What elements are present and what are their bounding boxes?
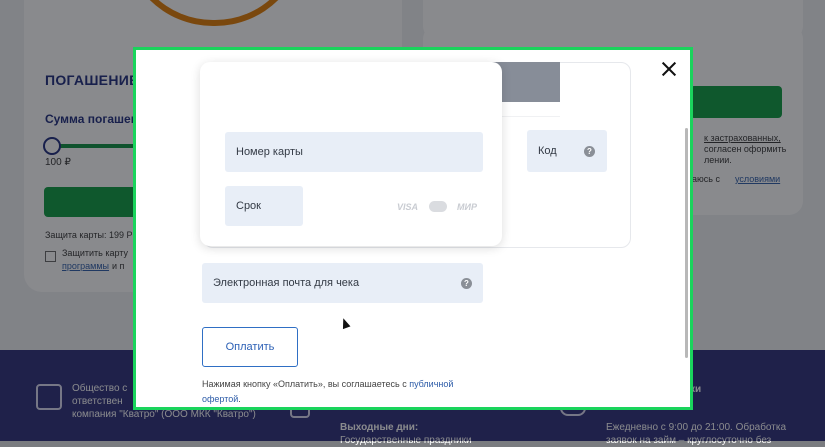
pay-button[interactable]: Оплатить — [202, 327, 298, 367]
expiry-field[interactable]: Срок — [225, 186, 303, 226]
visa-logo: VISA — [397, 202, 419, 212]
cvv-help-icon[interactable]: ? — [584, 146, 595, 157]
cvv-field[interactable]: Код — [527, 130, 607, 172]
legal-text: Нажимая кнопку «Оплатить», вы соглашаете… — [202, 377, 522, 407]
email-help-icon[interactable]: ? — [461, 278, 472, 289]
mastercard-logo — [429, 201, 447, 212]
cvv-placeholder: Код — [538, 145, 557, 157]
mouse-cursor-icon — [339, 316, 351, 330]
mir-logo: МИР — [457, 202, 477, 212]
legal-prefix: Нажимая кнопку «Оплатить», вы соглашаете… — [202, 379, 410, 389]
card-number-field[interactable]: Номер карты — [225, 132, 483, 172]
expiry-placeholder: Срок — [236, 200, 261, 212]
close-icon[interactable] — [660, 60, 678, 78]
email-field[interactable]: Электронная почта для чека — [202, 263, 483, 303]
card-front: Номер карты Срок VISA МИР — [200, 62, 502, 246]
offer-link[interactable]: офертой — [202, 394, 238, 404]
legal-tail: . — [238, 394, 241, 404]
modal-scrollbar[interactable] — [685, 128, 688, 358]
card-number-placeholder: Номер карты — [236, 146, 303, 158]
payment-modal: Код ? Номер карты Срок VISA МИР Электрон… — [133, 47, 693, 410]
email-placeholder: Электронная почта для чека — [213, 277, 360, 289]
public-offer-link[interactable]: публичной — [409, 379, 453, 389]
